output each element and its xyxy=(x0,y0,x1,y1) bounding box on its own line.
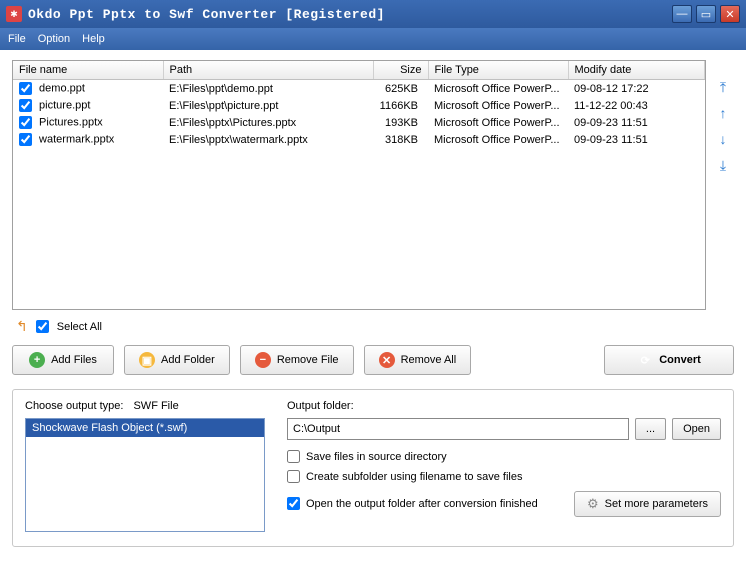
reorder-arrows: ⤒ ↑ ↓ ⤓ xyxy=(712,60,734,310)
table-row[interactable]: watermark.pptxE:\Files\pptx\watermark.pp… xyxy=(13,131,705,148)
output-folder-input[interactable] xyxy=(287,418,629,440)
output-folder-label: Output folder: xyxy=(287,400,721,412)
menu-help[interactable]: Help xyxy=(82,33,105,45)
open-after-checkbox[interactable] xyxy=(287,497,300,510)
row-checkbox[interactable] xyxy=(19,116,32,129)
table-row[interactable]: demo.pptE:\Files\ppt\demo.ppt625KBMicros… xyxy=(13,80,705,98)
col-file-type[interactable]: File Type xyxy=(428,61,568,80)
close-button[interactable]: ✕ xyxy=(720,5,740,23)
add-folder-button[interactable]: ▣ Add Folder xyxy=(124,345,230,375)
table-row[interactable]: Pictures.pptxE:\Files\pptx\Pictures.pptx… xyxy=(13,114,705,131)
minimize-button[interactable]: — xyxy=(672,5,692,23)
file-list[interactable]: File name Path Size File Type Modify dat… xyxy=(12,60,706,310)
move-top-icon[interactable]: ⤒ xyxy=(714,78,732,96)
row-checkbox[interactable] xyxy=(19,133,32,146)
open-after-label: Open the output folder after conversion … xyxy=(306,498,538,510)
save-source-label: Save files in source directory xyxy=(306,451,447,463)
title-bar: ✱ Okdo Ppt Pptx to Swf Converter [Regist… xyxy=(0,0,746,28)
remove-all-button[interactable]: ✕ Remove All xyxy=(364,345,472,375)
gear-icon: ⚙ xyxy=(587,496,599,512)
output-type-list[interactable]: Shockwave Flash Object (*.swf) xyxy=(25,418,265,532)
col-modify-date[interactable]: Modify date xyxy=(568,61,705,80)
move-up-icon[interactable]: ↑ xyxy=(714,104,732,122)
table-row[interactable]: picture.pptE:\Files\ppt\picture.ppt1166K… xyxy=(13,97,705,114)
output-type-current: SWF File xyxy=(133,400,178,412)
subfolder-label: Create subfolder using filename to save … xyxy=(306,471,522,483)
app-icon: ✱ xyxy=(6,6,22,22)
set-more-parameters-button[interactable]: ⚙ Set more parameters xyxy=(574,491,721,517)
subfolder-checkbox[interactable] xyxy=(287,470,300,483)
up-level-icon[interactable]: ↰ xyxy=(16,318,28,335)
convert-icon: ⟳ xyxy=(637,352,653,368)
bottom-panel: Choose output type: SWF File Shockwave F… xyxy=(12,389,734,547)
menu-option[interactable]: Option xyxy=(38,33,70,45)
row-checkbox[interactable] xyxy=(19,99,32,112)
remove-file-button[interactable]: − Remove File xyxy=(240,345,354,375)
output-type-label: Choose output type: xyxy=(25,400,123,412)
window-title: Okdo Ppt Pptx to Swf Converter [Register… xyxy=(28,7,672,22)
menu-bar: File Option Help xyxy=(0,28,746,50)
select-all-label: Select All xyxy=(57,321,102,333)
plus-icon: + xyxy=(29,352,45,368)
browse-button[interactable]: ... xyxy=(635,418,666,440)
open-folder-button[interactable]: Open xyxy=(672,418,721,440)
minus-icon: − xyxy=(255,352,271,368)
add-files-button[interactable]: + Add Files xyxy=(12,345,114,375)
col-path[interactable]: Path xyxy=(163,61,373,80)
select-all-checkbox[interactable] xyxy=(36,320,49,333)
folder-icon: ▣ xyxy=(139,352,155,368)
maximize-button[interactable]: ▭ xyxy=(696,5,716,23)
output-type-item[interactable]: Shockwave Flash Object (*.swf) xyxy=(26,419,264,437)
menu-file[interactable]: File xyxy=(8,33,26,45)
save-source-checkbox[interactable] xyxy=(287,450,300,463)
row-checkbox[interactable] xyxy=(19,82,32,95)
convert-button[interactable]: ⟳ Convert xyxy=(604,345,734,375)
move-down-icon[interactable]: ↓ xyxy=(714,130,732,148)
col-file-name[interactable]: File name xyxy=(13,61,163,80)
move-bottom-icon[interactable]: ⤓ xyxy=(714,156,732,174)
col-size[interactable]: Size xyxy=(373,61,428,80)
remove-all-icon: ✕ xyxy=(379,352,395,368)
